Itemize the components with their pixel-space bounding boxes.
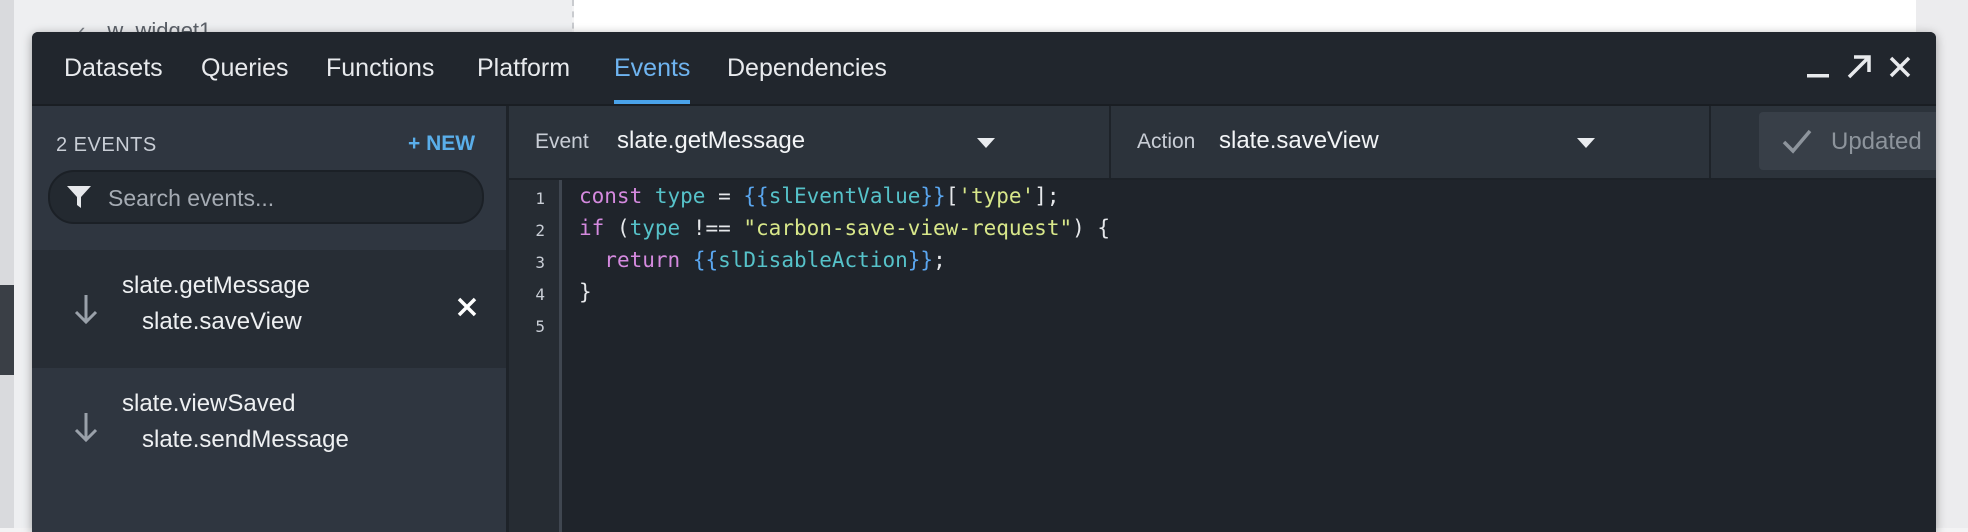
events-sidebar: 2 EVENTS + NEW slate.getMessage slate.sa… bbox=[32, 106, 509, 532]
code-string: 'type' bbox=[958, 184, 1035, 208]
action-select-value[interactable]: slate.saveView bbox=[1219, 127, 1379, 155]
code-punctuation: ) { bbox=[1072, 216, 1111, 240]
background-left-strip bbox=[0, 0, 14, 528]
action-name: slate.sendMessage bbox=[142, 426, 349, 453]
tab-dependencies[interactable]: Dependencies bbox=[727, 32, 887, 104]
new-event-button[interactable]: + NEW bbox=[408, 132, 475, 156]
code-keyword: const bbox=[579, 184, 643, 208]
code-operator: = bbox=[705, 184, 744, 208]
selector-divider bbox=[1709, 106, 1711, 178]
updated-label: Updated bbox=[1831, 128, 1922, 155]
search-events-input[interactable] bbox=[106, 172, 470, 224]
code-template-name: slEventValue bbox=[768, 184, 921, 208]
search-events-box[interactable] bbox=[48, 170, 484, 224]
code-template-close: }} bbox=[907, 248, 934, 272]
maximize-icon[interactable] bbox=[1842, 50, 1876, 84]
tab-events[interactable]: Events bbox=[614, 32, 691, 104]
line-number-gutter: 1 2 3 4 5 bbox=[509, 180, 562, 532]
event-dropdown-caret-icon[interactable] bbox=[977, 138, 995, 148]
code-punctuation: [ bbox=[945, 184, 959, 208]
tab-functions[interactable]: Functions bbox=[326, 32, 434, 104]
code-template-close: }} bbox=[920, 184, 946, 208]
tab-platform[interactable]: Platform bbox=[477, 32, 570, 104]
event-name: slate.viewSaved bbox=[122, 390, 296, 417]
line-number: 2 bbox=[535, 221, 545, 240]
code-keyword: return bbox=[604, 248, 681, 272]
line-number: 3 bbox=[535, 253, 545, 272]
selector-divider bbox=[1109, 106, 1111, 178]
code-line-2: if (type !== "carbon-save-view-request")… bbox=[579, 216, 1110, 240]
line-number: 1 bbox=[535, 189, 545, 208]
panel-tab-bar: Datasets Queries Functions Platform Even… bbox=[32, 32, 1936, 106]
events-panel: Datasets Queries Functions Platform Even… bbox=[32, 32, 1936, 532]
code-string: "carbon-save-view-request" bbox=[743, 216, 1073, 240]
code-punctuation: ; bbox=[933, 248, 946, 272]
event-list-item-2[interactable]: slate.viewSaved slate.sendMessage bbox=[32, 368, 506, 486]
events-count: 2 EVENTS bbox=[56, 134, 157, 156]
filter-icon bbox=[66, 184, 92, 210]
code-template-name: slDisableAction bbox=[718, 248, 908, 272]
code-line-4: } bbox=[579, 280, 592, 304]
code-variable: type bbox=[654, 184, 706, 208]
event-name: slate.getMessage bbox=[122, 272, 311, 299]
code-keyword: if bbox=[579, 216, 605, 240]
check-icon bbox=[1781, 126, 1813, 161]
action-label: Action bbox=[1137, 130, 1196, 153]
code-punctuation: ( bbox=[604, 216, 630, 240]
code-variable: type bbox=[629, 216, 681, 240]
event-action-bar: Event slate.getMessage Action slate.save… bbox=[509, 106, 1936, 180]
code-line-3: return {{slDisableAction}}; bbox=[579, 248, 946, 272]
arrow-down-icon bbox=[72, 410, 100, 444]
action-name: slate.saveView bbox=[142, 308, 302, 335]
code-template-open: {{ bbox=[692, 248, 719, 272]
event-select-value[interactable]: slate.getMessage bbox=[617, 127, 805, 155]
code-operator: !== bbox=[680, 216, 744, 240]
line-number: 5 bbox=[535, 317, 545, 336]
code-punctuation: } bbox=[579, 280, 592, 304]
arrow-down-icon bbox=[72, 292, 100, 326]
close-icon[interactable] bbox=[1883, 50, 1917, 84]
tab-queries[interactable]: Queries bbox=[201, 32, 289, 104]
code-editor[interactable]: 1 2 3 4 5 const type = {{slEventValue}}[… bbox=[509, 180, 1936, 532]
code-line-1: const type = {{slEventValue}}['type']; bbox=[579, 184, 1060, 208]
updated-status-button[interactable]: Updated bbox=[1759, 112, 1936, 170]
code-punctuation: ]; bbox=[1034, 184, 1060, 208]
tab-datasets[interactable]: Datasets bbox=[64, 32, 163, 104]
action-dropdown-caret-icon[interactable] bbox=[1577, 138, 1595, 148]
event-list-item-1[interactable]: slate.getMessage slate.saveView bbox=[32, 250, 506, 368]
background-dark-block bbox=[0, 285, 14, 375]
remove-event-icon[interactable] bbox=[454, 294, 480, 320]
code-template-open: {{ bbox=[743, 184, 769, 208]
line-number: 4 bbox=[535, 285, 545, 304]
minimize-icon[interactable] bbox=[1802, 50, 1836, 84]
event-label: Event bbox=[535, 130, 589, 153]
